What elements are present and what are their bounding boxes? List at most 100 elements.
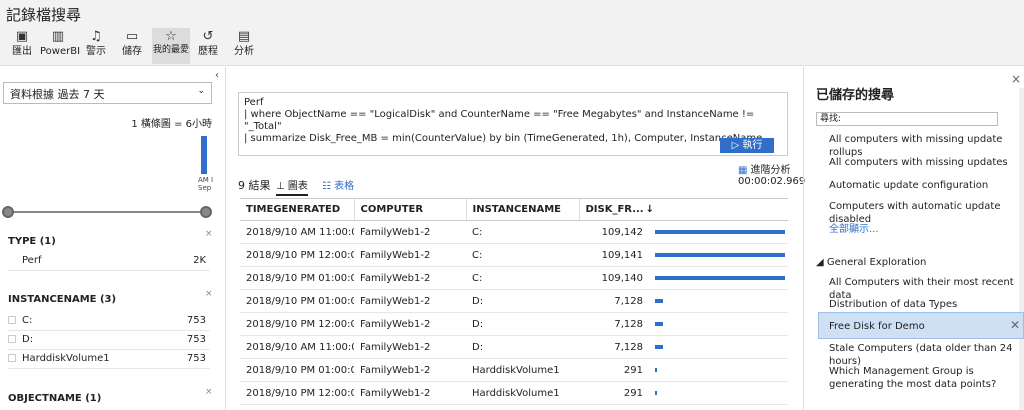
remove-saved-search-icon[interactable]: ✕ [1010,318,1020,332]
saved-search-item[interactable]: Distribution of data Types [829,298,957,311]
histogram-bar[interactable] [201,136,207,174]
facet-type-close-icon[interactable]: × [205,229,213,239]
cell-disk-free: 109,140 [579,266,649,290]
cell-disk-free: 7,128 [579,289,649,313]
cell-computer: FamilyWeb1-2 [354,312,466,336]
value-bar [655,391,657,395]
cell-value-bar [649,358,788,382]
excel-icon: ▣ [15,29,29,44]
cell-value-bar [649,289,788,313]
column-header[interactable]: COMPUTER [353,198,466,221]
table-row[interactable]: 2018/9/10 PM 12:00:00.00FamilyWeb1-2C:10… [240,243,788,267]
checkbox[interactable] [8,316,16,324]
facet-row[interactable]: D: 753 [8,331,210,350]
chevron-down-icon: ⌄ [197,86,205,96]
facet-row[interactable]: Perf 2K [8,252,210,271]
table-row[interactable]: 2018/9/10 PM 12:00:00.00FamilyWeb1-2D:7,… [240,312,788,336]
table-row[interactable]: 2018/9/10 AM 11:00:00.00FamilyWeb1-2D:7,… [240,335,788,359]
result-count: 9 結果 [238,179,271,192]
facet-row-count: 2K [193,255,206,266]
table-row[interactable]: 2018/9/10 PM 01:00:00.00FamilyWeb1-2Hard… [240,358,788,382]
facet-instancename-close-icon[interactable]: × [205,289,213,299]
query-editor[interactable]: Perf | where ObjectName == "LogicalDisk"… [238,92,788,156]
cell-value-bar [649,220,788,244]
cell-disk-free: 291 [579,381,649,405]
facet-row-name: C: [22,315,33,326]
cell-disk-free: 7,128 [579,312,649,336]
cell-instancename: C: [466,243,579,267]
show-all-link[interactable]: 全部顯示... [829,223,879,236]
powerbi-label: PowerBI [40,46,81,57]
query-line: | summarize Disk_Free_MB = min(CounterVa… [244,133,763,144]
table-row[interactable]: 2018/9/10 PM 01:00:00.00FamilyWeb1-2C:10… [240,266,788,290]
saved-group-label: General Exploration [826,257,927,268]
advanced-analytics-link[interactable]: ▦ 進階分析 [738,161,790,176]
saved-group-header[interactable]: ◢ General Exploration [816,257,926,268]
facet-row-count: 753 [186,353,206,364]
favorites-button[interactable]: ☆ 我的最愛 [152,28,190,64]
checkbox[interactable] [8,335,16,343]
cell-timegenerated: 2018/9/10 AM 11:00:00.00 [240,335,354,359]
alert-button[interactable]: ♫ 警示 [78,28,114,64]
saved-search-item[interactable]: Which Management Group is generating the… [829,365,1009,391]
table-row[interactable]: 2018/9/10 PM 01:00:00.00FamilyWeb1-2D:7,… [240,289,788,313]
checkbox[interactable] [8,354,16,362]
sort-down-icon: ↓ [645,204,654,215]
value-bar [655,230,785,234]
save-button[interactable]: ▭ 儲存 [114,28,150,64]
collapse-triangle-icon: ◢ [816,257,827,268]
cell-instancename: C: [466,220,579,244]
facet-row[interactable]: HarddiskVolume1 753 [8,350,210,369]
cell-instancename: HarddiskVolume1 [466,381,579,405]
saved-search-input[interactable]: 尋找: [816,112,998,126]
table-row[interactable]: 2018/9/10 PM 12:00:00.00FamilyWeb1-2Hard… [240,381,788,405]
time-slider-end-handle[interactable] [200,206,212,218]
table-icon: ☷ [322,181,335,192]
facet-objectname-close-icon[interactable]: × [205,387,213,397]
cell-timegenerated: 2018/9/10 PM 01:00:00.00 [240,358,354,382]
history-button[interactable]: ↺ 歷程 [190,28,226,64]
table-row[interactable]: 2018/9/10 AM 11:00:00.00FamilyWeb1-2C:10… [240,220,788,244]
facet-row-name: Perf [22,255,42,266]
time-range-select[interactable]: 資料根據 過去 7 天 ⌄ [3,82,212,104]
alert-label: 警示 [86,46,106,57]
cell-computer: FamilyWeb1-2 [354,243,466,267]
cell-instancename: D: [466,289,579,313]
close-icon[interactable]: × [1011,72,1021,86]
analytics-icon: ▦ [738,165,748,176]
facet-objectname-title: OBJECTNAME (1) [8,393,102,404]
time-slider-start-handle[interactable] [2,206,14,218]
cell-computer: FamilyWeb1-2 [354,289,466,313]
title-bar: 記錄檔搜尋 [0,0,1024,26]
cell-timegenerated: 2018/9/10 AM 11:00:00.00 [240,220,354,244]
favorites-label: 我的最愛 [152,45,189,55]
column-header[interactable]: INSTANCENAME [465,198,579,221]
run-button[interactable]: ▷ 執行 [720,138,774,153]
value-bar [655,345,663,349]
column-header[interactable]: DISK_FR... ↓ [578,198,654,221]
saved-search-item[interactable]: All computers with missing updates [829,156,1008,169]
saved-search-item[interactable]: Automatic update configuration [829,179,988,192]
column-header[interactable]: TIMEGENERATED [240,198,354,221]
analytics-button[interactable]: ▤ 分析 [226,28,262,64]
cell-instancename: C: [466,266,579,290]
collapse-left-icon[interactable]: ‹ [215,70,219,81]
table-row[interactable]: 2018/9/10 AM 11:00:00.00FamilyWeb1-2Hard… [240,404,788,410]
cell-timegenerated: 2018/9/10 PM 12:00:00.00 [240,312,354,336]
facet-row-name: HarddiskVolume1 [22,353,110,364]
cell-timegenerated: 2018/9/10 AM 11:00:00.00 [240,404,354,410]
cell-disk-free: 7,128 [579,335,649,359]
time-slider-track[interactable] [8,211,206,213]
cell-computer: FamilyWeb1-2 [354,381,466,405]
tab-chart[interactable]: ⊥ 圖表 [276,177,308,196]
powerbi-button[interactable]: ▥ PowerBI [40,28,81,64]
column-header-label: DISK_FR... [585,204,644,215]
cell-timegenerated: 2018/9/10 PM 01:00:00.00 [240,289,354,313]
export-button[interactable]: ▣ 匯出 [4,28,40,64]
tab-table[interactable]: ☷ 表格 [322,177,354,192]
saved-search-item-selected-label[interactable]: Free Disk for Demo [829,320,925,333]
facet-row[interactable]: C: 753 [8,312,210,331]
histogram-axis-label: AM I Sep [198,176,214,192]
results-table: TIMEGENERATED COMPUTER INSTANCENAME DISK… [240,198,788,410]
cell-instancename: HarddiskVolume1 [466,404,579,410]
